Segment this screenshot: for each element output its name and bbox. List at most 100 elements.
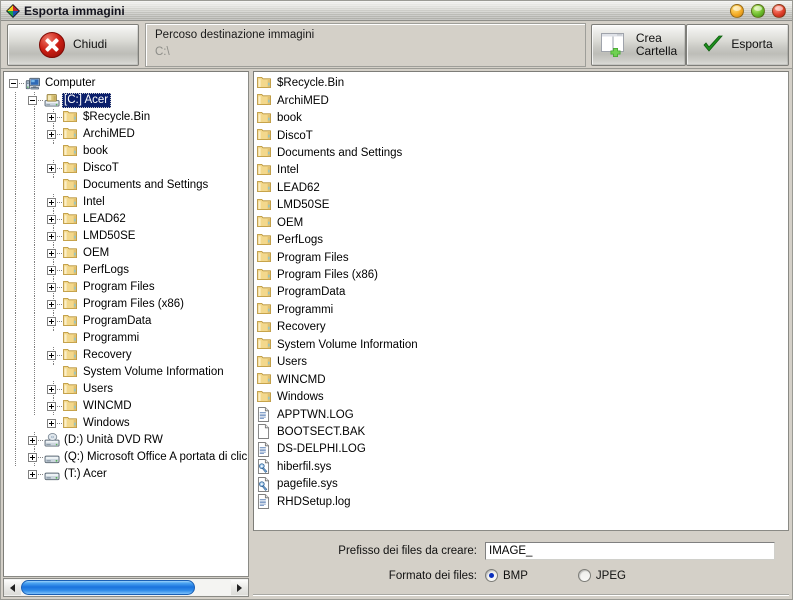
collapse-toggle-icon[interactable]	[6, 75, 25, 92]
tree-node[interactable]: (D:) Unità DVD RW	[6, 432, 248, 449]
file-list-item[interactable]: LMD50SE	[257, 197, 788, 214]
tree-node[interactable]: ArchiMED	[6, 126, 248, 143]
expand-toggle-icon[interactable]	[44, 126, 63, 143]
file-list-item[interactable]: Documents and Settings	[257, 145, 788, 162]
file-list-item[interactable]: Programmi	[257, 302, 788, 319]
tree-node[interactable]: LMD50SE	[6, 228, 248, 245]
file-list[interactable]: $Recycle.Bin ArchiMED book DiscoT Documents …	[253, 71, 789, 531]
close-button[interactable]: Chiudi	[7, 23, 139, 66]
expand-toggle-icon[interactable]	[44, 347, 63, 364]
file-list-item[interactable]: RHDSetup.log	[257, 494, 788, 511]
expand-toggle-icon[interactable]	[44, 279, 63, 296]
tree-node[interactable]: Users	[6, 381, 248, 398]
format-option-jpeg[interactable]: JPEG	[577, 569, 626, 582]
file-list-item[interactable]: ArchiMED	[257, 92, 788, 109]
file-list-item[interactable]: Recovery	[257, 319, 788, 336]
tree-node[interactable]: (Q:) Microsoft Office A portata di clic …	[6, 449, 248, 466]
expand-toggle-icon[interactable]	[44, 245, 63, 262]
file-list-item[interactable]: Program Files	[257, 249, 788, 266]
expand-toggle-icon[interactable]	[44, 211, 63, 228]
prefix-input[interactable]	[485, 542, 775, 560]
tree-node[interactable]: PerfLogs	[6, 262, 248, 279]
tree-node[interactable]: System Volume Information	[6, 364, 248, 381]
radio-jpeg-icon[interactable]	[577, 569, 591, 582]
folder-icon	[257, 372, 276, 388]
tree-node[interactable]: (T:) Acer	[6, 466, 248, 483]
folder-icon	[257, 128, 276, 144]
expand-toggle-icon[interactable]	[44, 296, 63, 313]
file-list-item[interactable]: OEM	[257, 215, 788, 232]
expand-toggle-icon[interactable]	[25, 432, 44, 449]
expand-toggle-icon[interactable]	[25, 466, 44, 483]
maximize-circle-icon[interactable]	[751, 4, 765, 18]
scrollbar-track[interactable]	[21, 580, 231, 595]
tree-node[interactable]: Windows	[6, 415, 248, 432]
tree-node[interactable]: Recovery	[6, 347, 248, 364]
format-option-bmp[interactable]: BMP	[485, 569, 528, 582]
expand-toggle-icon[interactable]	[44, 398, 63, 415]
folder-icon	[63, 263, 81, 279]
tree-node[interactable]: Program Files (x86)	[6, 296, 248, 313]
file-list-item[interactable]: LEAD62	[257, 180, 788, 197]
tree-node[interactable]: ProgramData	[6, 313, 248, 330]
radio-bmp-icon[interactable]	[485, 569, 498, 582]
tree-node[interactable]: [C:] Acer	[6, 92, 248, 109]
file-list-item[interactable]: Intel	[257, 162, 788, 179]
tree-node[interactable]: DiscoT	[6, 160, 248, 177]
file-list-item[interactable]: Windows	[257, 389, 788, 406]
file-list-item[interactable]: Program Files (x86)	[257, 267, 788, 284]
file-list-item[interactable]: $Recycle.Bin	[257, 75, 788, 92]
folder-icon	[257, 337, 276, 353]
file-list-item[interactable]: book	[257, 110, 788, 127]
expand-toggle-icon[interactable]	[44, 160, 63, 177]
format-jpeg-label: JPEG	[595, 569, 626, 582]
tree-indent	[6, 194, 25, 211]
expand-toggle-icon[interactable]	[44, 262, 63, 279]
expand-toggle-icon[interactable]	[44, 313, 63, 330]
collapse-toggle-icon[interactable]	[25, 92, 44, 109]
file-list-item[interactable]: PerfLogs	[257, 232, 788, 249]
file-list-item[interactable]: BOOTSECT.BAK	[257, 424, 788, 441]
expand-toggle-icon[interactable]	[44, 415, 63, 432]
create-folder-button[interactable]: Crea Cartella	[591, 23, 686, 66]
expand-toggle-icon[interactable]	[44, 381, 63, 398]
tree-node[interactable]: OEM	[6, 245, 248, 262]
file-list-item[interactable]: pagefile.sys	[257, 476, 788, 493]
file-list-item[interactable]: ProgramData	[257, 284, 788, 301]
arrow-right-icon[interactable]	[231, 580, 248, 595]
tree-node[interactable]: Documents and Settings	[6, 177, 248, 194]
tree-guide	[44, 143, 63, 160]
tree-horizontal-scrollbar[interactable]	[3, 578, 249, 597]
expand-toggle-icon[interactable]	[44, 228, 63, 245]
file-list-item-label: pagefile.sys	[277, 478, 338, 491]
tree-indent	[25, 194, 44, 211]
export-images-window: Esporta immagini Chiudi Percoso destinaz…	[0, 0, 793, 600]
folder-tree[interactable]: Computer [C:] Acer $Recycle.Bin ArchiMED boo…	[3, 71, 249, 577]
tree-node[interactable]: Computer	[6, 75, 248, 92]
file-list-item[interactable]: hiberfil.sys	[257, 459, 788, 476]
expand-toggle-icon[interactable]	[44, 194, 63, 211]
tree-indent	[6, 415, 25, 432]
file-list-item-label: book	[277, 112, 302, 125]
file-list-item[interactable]: System Volume Information	[257, 337, 788, 354]
tree-node[interactable]: Programmi	[6, 330, 248, 347]
tree-node[interactable]: book	[6, 143, 248, 160]
file-list-item[interactable]: DiscoT	[257, 127, 788, 144]
file-list-item[interactable]: DS-DELPHI.LOG	[257, 441, 788, 458]
tree-node[interactable]: WINCMD	[6, 398, 248, 415]
scrollbar-thumb[interactable]	[21, 580, 196, 595]
minimize-circle-icon[interactable]	[730, 4, 744, 18]
tree-node[interactable]: Intel	[6, 194, 248, 211]
expand-toggle-icon[interactable]	[44, 109, 63, 126]
file-list-item[interactable]: WINCMD	[257, 371, 788, 388]
tree-node[interactable]: Program Files	[6, 279, 248, 296]
file-list-item[interactable]: APPTWN.LOG	[257, 406, 788, 423]
tree-node[interactable]: $Recycle.Bin	[6, 109, 248, 126]
export-button[interactable]: Esporta	[686, 23, 789, 66]
file-list-item[interactable]: Users	[257, 354, 788, 371]
tree-node[interactable]: LEAD62	[6, 211, 248, 228]
arrow-left-icon[interactable]	[4, 580, 21, 595]
expand-toggle-icon[interactable]	[25, 449, 44, 466]
destination-path-label: Percoso destinazione immagini	[155, 28, 315, 41]
close-circle-icon[interactable]	[772, 4, 786, 18]
